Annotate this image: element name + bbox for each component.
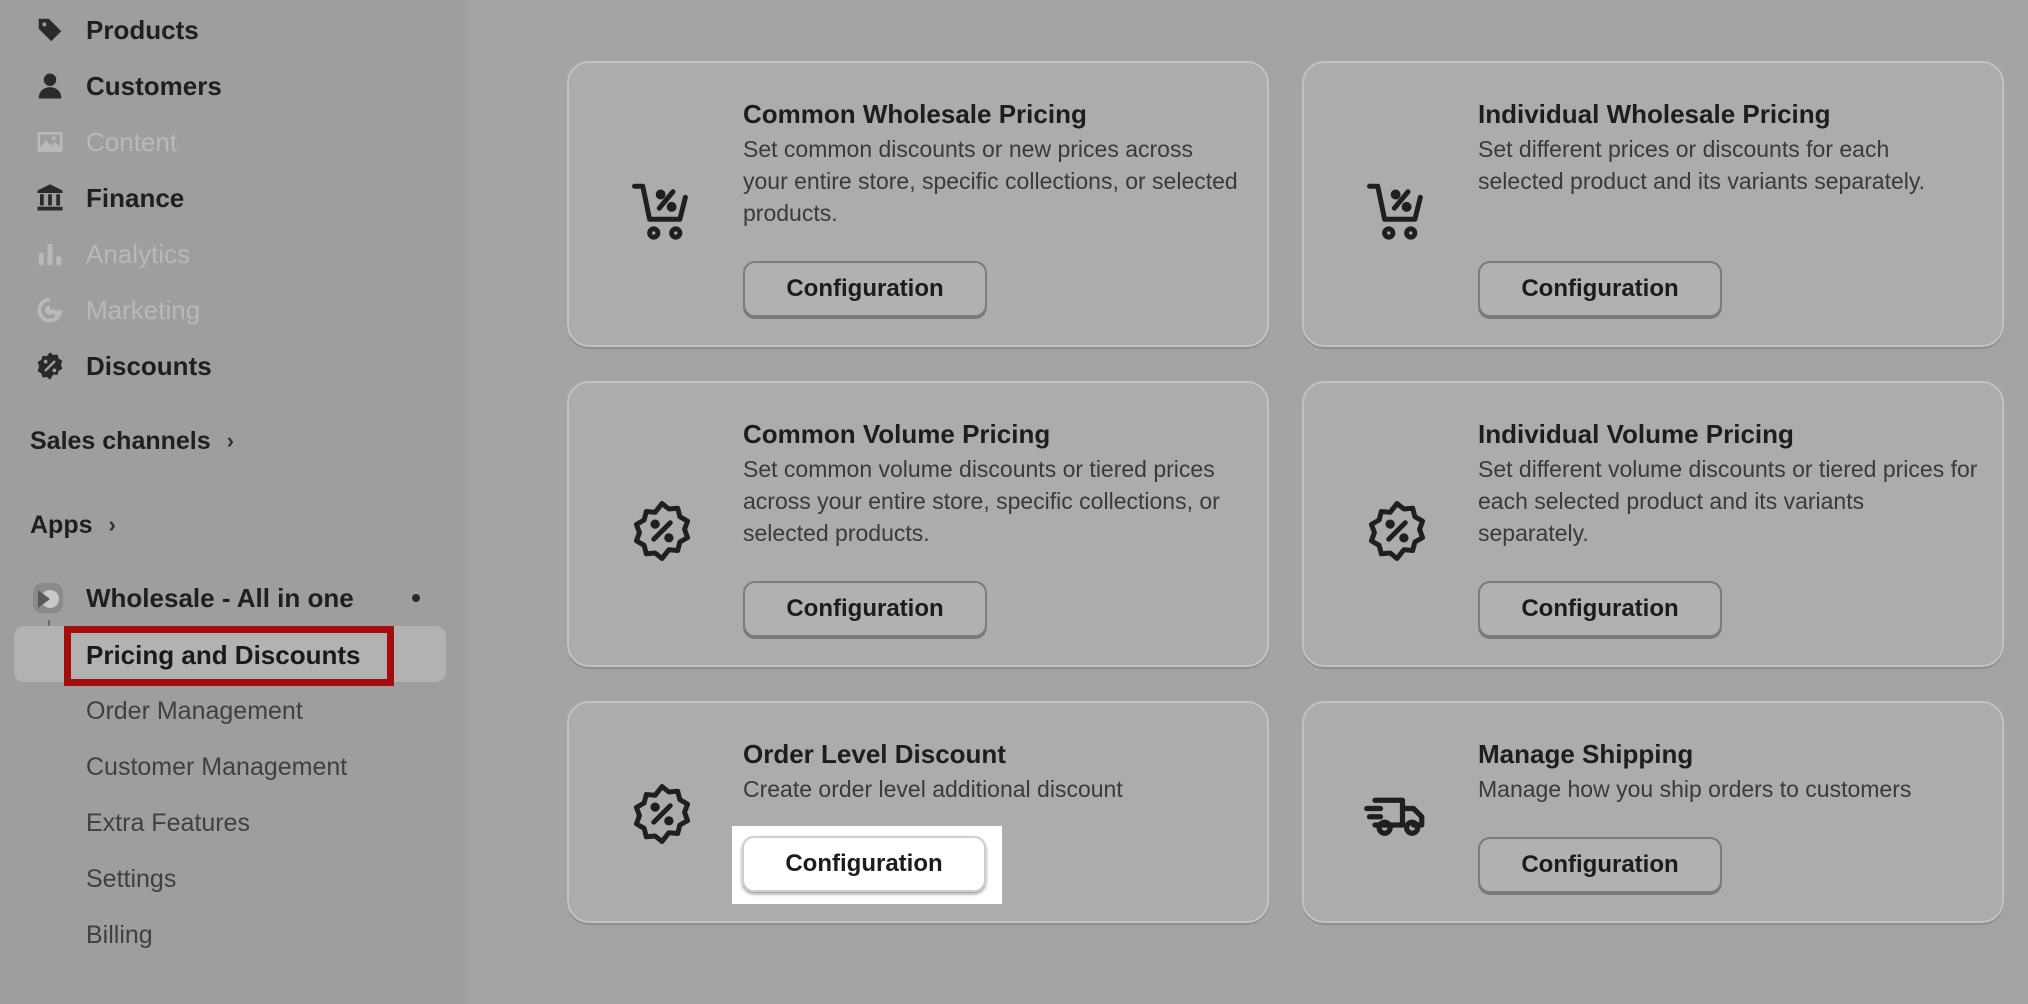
card-manage-shipping: Manage Shipping Manage how you ship orde… bbox=[1302, 701, 2004, 923]
app-name: Wholesale - All in one bbox=[86, 583, 354, 613]
configuration-button[interactable]: Configuration bbox=[1478, 837, 1722, 893]
card-individual-volume-pricing: Individual Volume Pricing Set different … bbox=[1302, 381, 2004, 667]
nav-label: Products bbox=[86, 14, 199, 45]
target-icon bbox=[34, 294, 66, 326]
sales-channels-heading[interactable]: Sales channels › bbox=[30, 421, 234, 461]
tag-icon bbox=[34, 14, 66, 46]
delivery-truck-icon bbox=[1364, 781, 1430, 847]
sub-item-extra-features[interactable]: Extra Features bbox=[86, 809, 250, 838]
card-title: Common Wholesale Pricing bbox=[743, 99, 1087, 129]
chevron-right-icon: › bbox=[108, 512, 116, 537]
apps-heading[interactable]: Apps › bbox=[30, 505, 116, 545]
card-common-volume-pricing: Common Volume Pricing Set common volume … bbox=[567, 381, 1269, 667]
discount-badge-icon bbox=[34, 350, 66, 382]
nav-item-finance[interactable]: Finance bbox=[0, 173, 460, 223]
card-common-wholesale-pricing: Common Wholesale Pricing Set common disc… bbox=[567, 61, 1269, 347]
card-title: Individual Wholesale Pricing bbox=[1478, 99, 1831, 129]
app-logo-icon bbox=[32, 582, 64, 614]
person-icon bbox=[34, 70, 66, 102]
card-title: Manage Shipping bbox=[1478, 739, 1694, 769]
sales-channels-label: Sales channels bbox=[30, 426, 211, 455]
card-description: Set common volume discounts or tiered pr… bbox=[743, 456, 1220, 546]
nav-item-marketing[interactable]: Marketing bbox=[0, 285, 460, 335]
apps-label: Apps bbox=[30, 510, 93, 539]
card-description: Set different volume discounts or tiered… bbox=[1478, 456, 1978, 546]
card-description: Set different prices or discounts for ea… bbox=[1478, 136, 1926, 194]
chevron-right-icon: › bbox=[226, 428, 234, 453]
sub-item-pricing-and-discounts[interactable]: Pricing and Discounts bbox=[86, 640, 361, 671]
nav-item-customers[interactable]: Customers bbox=[0, 61, 460, 111]
nav-item-products[interactable]: Products bbox=[0, 5, 460, 55]
nav-item-discounts[interactable]: Discounts bbox=[0, 341, 460, 391]
nav-label: Customers bbox=[86, 70, 222, 101]
nav-label: Analytics bbox=[86, 238, 191, 269]
nav-label: Finance bbox=[86, 182, 185, 213]
sub-item-customer-management[interactable]: Customer Management bbox=[86, 753, 347, 782]
configuration-button[interactable]: Configuration bbox=[743, 261, 987, 317]
discount-badge-icon bbox=[629, 498, 695, 564]
pin-dot-icon[interactable] bbox=[412, 594, 420, 602]
sub-item-billing[interactable]: Billing bbox=[86, 921, 153, 950]
cart-percent-icon bbox=[629, 178, 695, 244]
nav-item-analytics[interactable]: Analytics bbox=[0, 229, 460, 279]
card-title: Individual Volume Pricing bbox=[1478, 419, 1794, 449]
nav-item-content[interactable]: Content bbox=[0, 117, 460, 167]
configuration-button[interactable]: Configuration bbox=[1478, 261, 1722, 317]
sub-item-settings[interactable]: Settings bbox=[86, 865, 176, 894]
nav-label: Content bbox=[86, 126, 178, 157]
app-wholesale-all-in-one[interactable]: Wholesale - All in one bbox=[0, 575, 460, 621]
configuration-button[interactable]: Configuration bbox=[1478, 581, 1722, 637]
discount-badge-icon bbox=[629, 781, 695, 847]
nav-label: Marketing bbox=[86, 294, 201, 325]
sub-item-order-management[interactable]: Order Management bbox=[86, 697, 303, 726]
image-icon bbox=[34, 126, 66, 158]
card-description: Manage how you ship orders to customers bbox=[1478, 776, 1912, 802]
card-description: Create order level additional discount bbox=[743, 776, 1123, 802]
configuration-button-order-level-discount[interactable]: Configuration bbox=[742, 836, 986, 892]
discount-badge-icon bbox=[1364, 498, 1430, 564]
card-individual-wholesale-pricing: Individual Wholesale Pricing Set differe… bbox=[1302, 61, 2004, 347]
nav-label: Discounts bbox=[86, 350, 212, 381]
configuration-button[interactable]: Configuration bbox=[743, 581, 987, 637]
bar-chart-icon bbox=[34, 238, 66, 270]
card-title: Order Level Discount bbox=[743, 739, 1006, 769]
cart-percent-icon bbox=[1364, 178, 1430, 244]
bank-icon bbox=[34, 182, 66, 214]
card-title: Common Volume Pricing bbox=[743, 419, 1051, 449]
sidebar: Products Customers Content Finance Analy… bbox=[0, 0, 468, 1004]
card-description: Set common discounts or new prices acros… bbox=[743, 136, 1238, 226]
